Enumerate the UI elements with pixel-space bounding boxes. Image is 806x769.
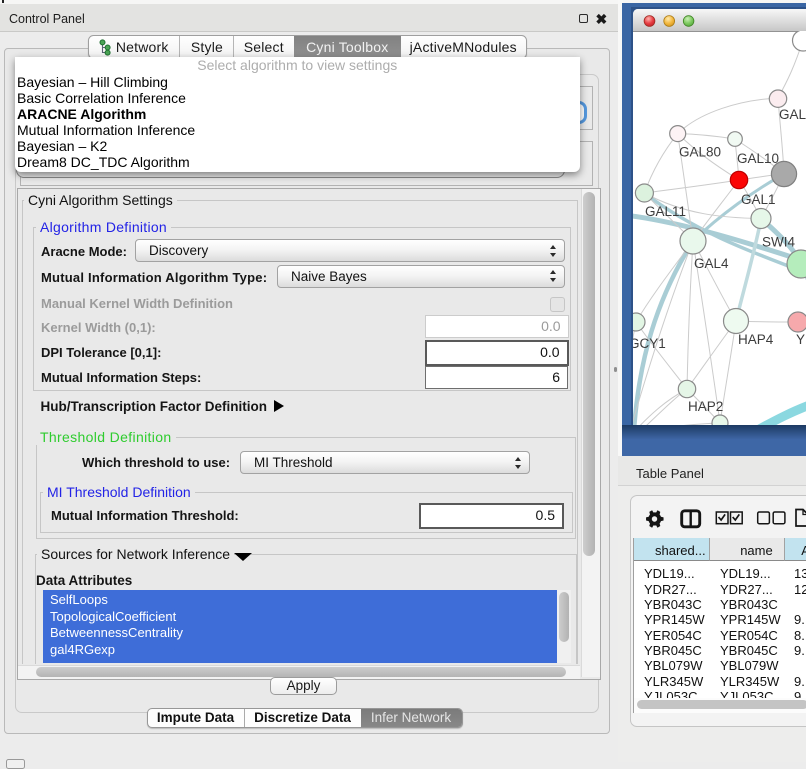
svg-text:GAL10: GAL10 (737, 151, 779, 166)
svg-text:GAL7: GAL7 (779, 107, 806, 122)
svg-text:SWI4: SWI4 (762, 235, 795, 250)
svg-text:GAL80: GAL80 (679, 145, 721, 160)
svg-text:HAP2: HAP2 (688, 399, 723, 414)
svg-text:Y: Y (796, 332, 805, 347)
svg-text:HAP4: HAP4 (738, 332, 774, 347)
svg-text:GAL1: GAL1 (741, 192, 776, 207)
svg-text:GAL11: GAL11 (645, 204, 686, 219)
svg-text:GCY1: GCY1 (633, 336, 666, 351)
svg-text:GAL4: GAL4 (694, 256, 729, 271)
